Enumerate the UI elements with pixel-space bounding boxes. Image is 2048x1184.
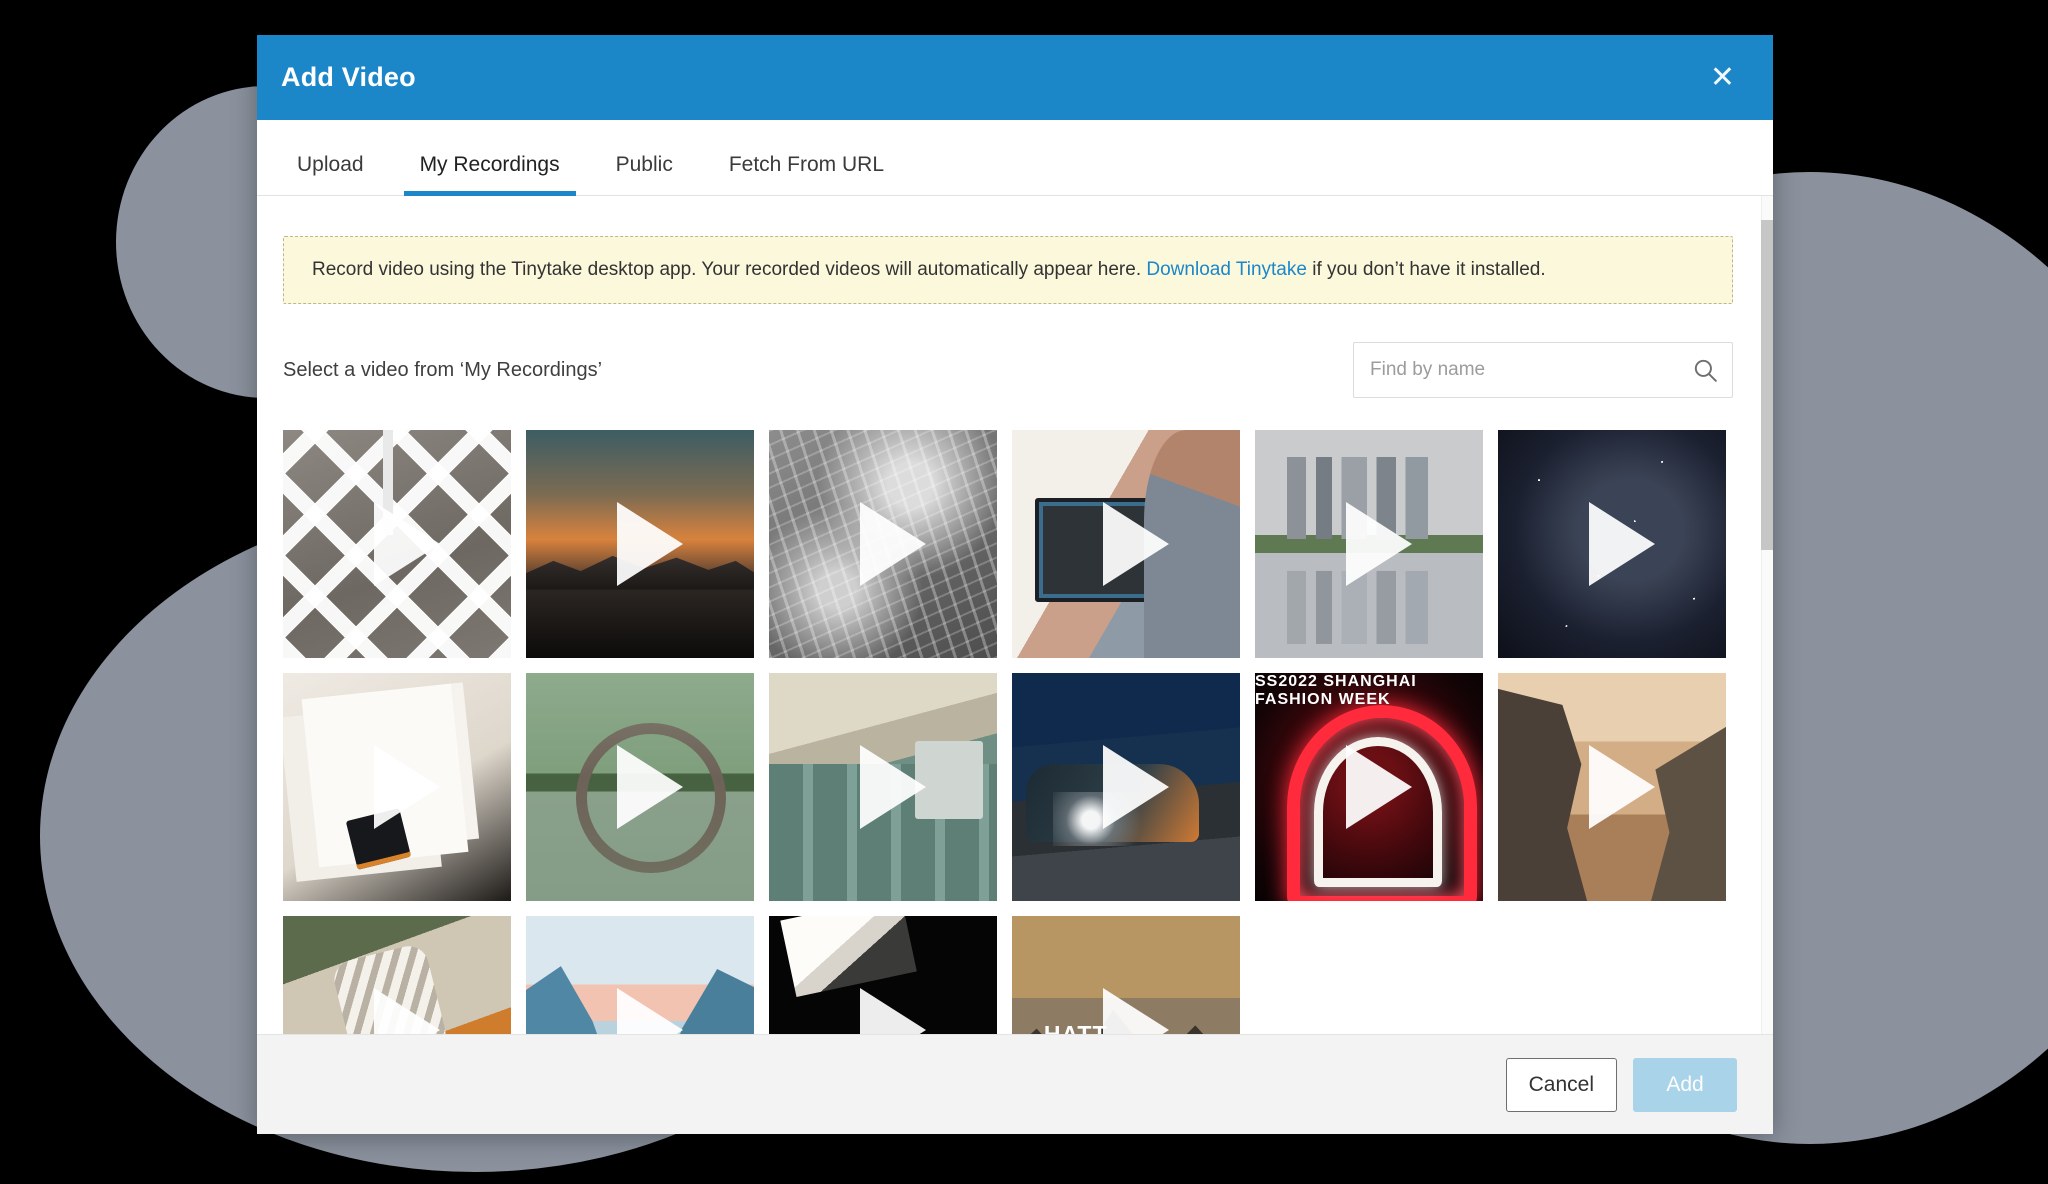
page-title: Add Video <box>281 62 416 93</box>
dialog-footer: Cancel Add <box>257 1034 1773 1134</box>
play-icon[interactable] <box>374 502 440 586</box>
video-thumbnail[interactable] <box>283 916 511 1034</box>
tab-public[interactable]: Public <box>600 153 689 195</box>
video-thumbnail[interactable] <box>526 673 754 901</box>
play-icon[interactable] <box>1103 988 1169 1034</box>
play-icon[interactable] <box>374 988 440 1034</box>
video-thumbnail[interactable] <box>1012 430 1240 658</box>
search-icon <box>1692 357 1718 383</box>
video-thumbnail[interactable] <box>769 673 997 901</box>
tab-upload[interactable]: Upload <box>281 153 380 195</box>
video-thumbnail[interactable]: SS2022 SHANGHAI FASHION WEEK <box>1255 673 1483 901</box>
video-thumbnail[interactable] <box>1498 430 1726 658</box>
tinytake-notice: Record video using the Tinytake desktop … <box>283 236 1733 304</box>
video-thumbnail[interactable] <box>1012 673 1240 901</box>
play-icon[interactable] <box>1589 745 1655 829</box>
video-thumbnail[interactable] <box>283 673 511 901</box>
play-icon[interactable] <box>860 988 926 1034</box>
video-thumbnail[interactable] <box>1498 673 1726 901</box>
play-icon[interactable] <box>374 745 440 829</box>
play-icon[interactable] <box>617 502 683 586</box>
play-icon[interactable] <box>617 745 683 829</box>
notice-text-after: if you don’t have it installed. <box>1307 259 1546 280</box>
video-thumbnail[interactable] <box>526 430 754 658</box>
play-icon[interactable] <box>617 988 683 1034</box>
video-thumbnail[interactable] <box>283 430 511 658</box>
download-tinytake-link[interactable]: Download Tinytake <box>1146 259 1307 280</box>
cancel-button[interactable]: Cancel <box>1506 1058 1617 1112</box>
notice-text-before: Record video using the Tinytake desktop … <box>312 259 1146 280</box>
tab-bar: Upload My Recordings Public Fetch From U… <box>257 120 1773 196</box>
play-icon[interactable] <box>1589 502 1655 586</box>
search-box[interactable] <box>1353 342 1733 398</box>
play-icon[interactable] <box>1103 502 1169 586</box>
scroll-content: Record video using the Tinytake desktop … <box>281 236 1749 1034</box>
list-header: Select a video from ‘My Recordings’ <box>283 342 1733 398</box>
add-button[interactable]: Add <box>1633 1058 1737 1112</box>
add-video-dialog: Add Video ✕ Upload My Recordings Public … <box>257 35 1773 1134</box>
scrollbar-track[interactable] <box>1761 196 1773 1034</box>
play-icon[interactable] <box>860 502 926 586</box>
tab-my-recordings[interactable]: My Recordings <box>404 153 576 195</box>
play-icon[interactable] <box>1346 502 1412 586</box>
video-thumbnail[interactable] <box>769 916 997 1034</box>
close-icon[interactable]: ✕ <box>1704 59 1741 97</box>
scrollbar-thumb[interactable] <box>1761 220 1773 550</box>
play-icon[interactable] <box>860 745 926 829</box>
thumbnail-overlay-text: SS2022 SHANGHAI FASHION WEEK <box>1255 673 1483 709</box>
dialog-body: Record video using the Tinytake desktop … <box>257 196 1773 1034</box>
play-icon[interactable] <box>1103 745 1169 829</box>
tab-fetch-from-url[interactable]: Fetch From URL <box>713 153 900 195</box>
thumbnail-overlay-text: HATT <box>1044 1021 1108 1034</box>
video-thumbnail[interactable]: HATT <box>1012 916 1240 1034</box>
video-thumbnail[interactable] <box>526 916 754 1034</box>
select-video-label: Select a video from ‘My Recordings’ <box>283 359 602 382</box>
video-thumbnail[interactable] <box>1255 430 1483 658</box>
search-input[interactable] <box>1354 343 1732 397</box>
screen: Add Video ✕ Upload My Recordings Public … <box>0 0 2048 1184</box>
dialog-header: Add Video ✕ <box>257 35 1773 120</box>
video-thumbnail[interactable] <box>769 430 997 658</box>
video-grid: SS2022 SHANGHAI FASHION WEEK HATT <box>283 430 1735 1034</box>
play-icon[interactable] <box>1346 745 1412 829</box>
